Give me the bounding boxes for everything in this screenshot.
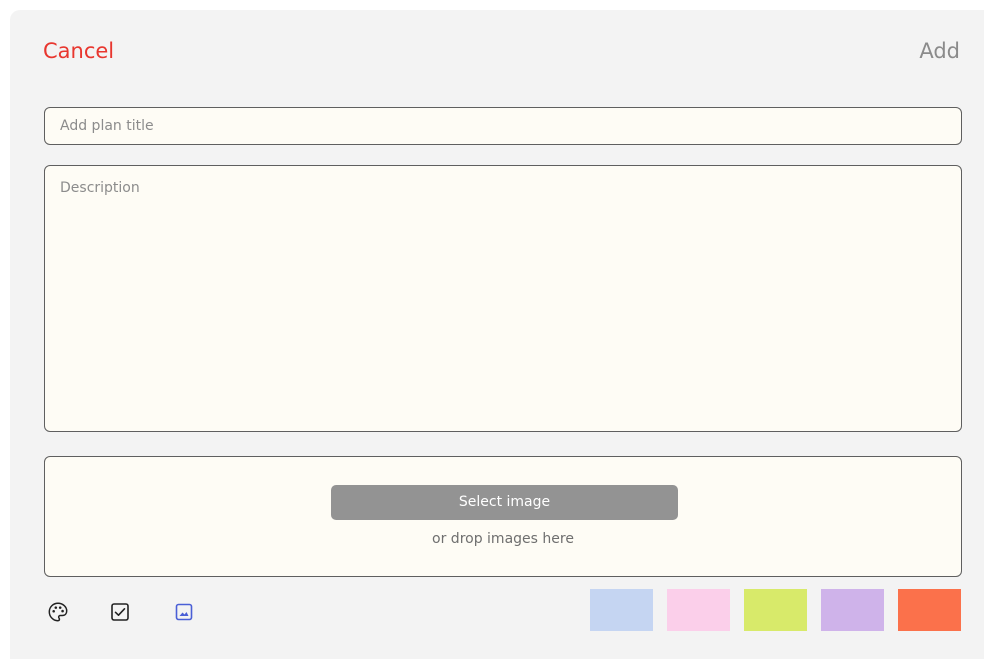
- color-swatch-pink[interactable]: [667, 589, 730, 631]
- color-swatch-lime[interactable]: [744, 589, 807, 631]
- image-drop-zone[interactable]: Select image or drop images here: [44, 456, 962, 577]
- drop-images-hint: or drop images here: [432, 531, 574, 547]
- checkbox-icon[interactable]: [108, 600, 132, 624]
- add-button[interactable]: Add: [919, 36, 960, 66]
- color-swatch-purple[interactable]: [821, 589, 884, 631]
- plan-title-field: [44, 107, 962, 145]
- description-field: [44, 165, 962, 432]
- palette-icon[interactable]: [46, 600, 70, 624]
- add-plan-panel: Cancel Add Select image or drop images h…: [10, 10, 984, 659]
- cancel-button[interactable]: Cancel: [43, 36, 114, 66]
- image-icon[interactable]: [172, 600, 196, 624]
- color-swatch-blue[interactable]: [590, 589, 653, 631]
- color-swatch-orange[interactable]: [898, 589, 961, 631]
- description-input[interactable]: [45, 166, 961, 431]
- plan-title-input[interactable]: [45, 108, 961, 144]
- select-image-button[interactable]: Select image: [331, 485, 678, 520]
